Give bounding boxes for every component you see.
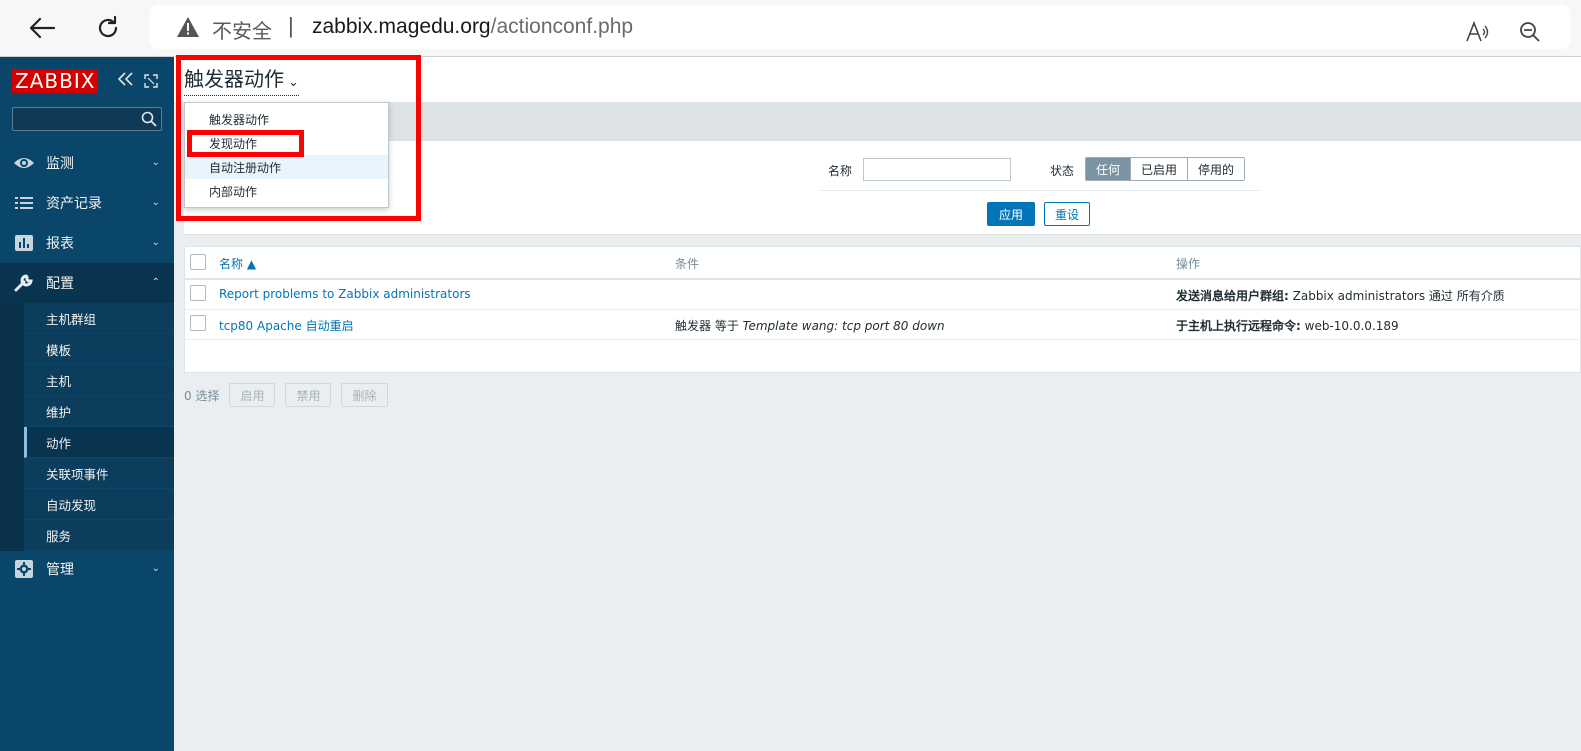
- status-option-disabled[interactable]: 停用的: [1188, 158, 1245, 180]
- submenu-item-actions[interactable]: 动作: [24, 427, 174, 458]
- zoom-out-icon[interactable]: [1516, 18, 1544, 46]
- mass-action-bar: 0 选择 启用 禁用 删除: [184, 382, 398, 408]
- warning-icon: [176, 16, 200, 41]
- menu-item-administration[interactable]: 管理 ⌄: [0, 551, 174, 587]
- submenu-item-event-correlation[interactable]: 关联项事件: [24, 458, 174, 489]
- actions-table: 名称 ▲ 条件 操作 Report problems to Zabbix adm…: [184, 246, 1581, 373]
- url-separator: |: [288, 13, 294, 38]
- submenu-item-discovery[interactable]: 自动发现: [24, 489, 174, 520]
- page-header: [174, 57, 1581, 103]
- main-menu: 监测 ⌄ 资产记录 ⌄ 报表 ⌄ 配置 ⌃ 主机群组 模板 主机 维护 动作 关…: [0, 143, 174, 587]
- menu-label: 资产记录: [46, 196, 102, 212]
- operation-type: 于主机上执行远程命令:: [1176, 319, 1301, 333]
- action-condition: 触发器 等于 Template wang: tcp port 80 down: [675, 317, 945, 334]
- status-segmented-control: 任何 已启用 停用的: [1085, 157, 1246, 181]
- chevron-down-icon: ⌄: [151, 157, 160, 168]
- row-checkbox[interactable]: [190, 285, 206, 301]
- operation-detail: web-10.0.0.189: [1300, 319, 1399, 333]
- insecure-label: 不安全: [212, 19, 272, 43]
- condition-trigger: Template wang: tcp port 80 down: [742, 319, 945, 333]
- chevron-down-icon: ⌄: [151, 563, 160, 574]
- sidebar: ZABBIX 监测 ⌄ 资产记录 ⌄ 报表 ⌄ 配置 ⌃ 主机群组 模板 主机 …: [0, 57, 174, 751]
- search-icon[interactable]: [141, 111, 157, 130]
- action-operation: 于主机上执行远程命令: web-10.0.0.189: [1176, 317, 1399, 334]
- filter-name-label: 名称: [828, 164, 853, 178]
- row-divider: [185, 309, 1581, 310]
- filter-status-label: 状态: [1050, 164, 1075, 178]
- configuration-submenu: 主机群组 模板 主机 维护 动作 关联项事件 自动发现 服务: [0, 303, 174, 551]
- operation-type: 发送消息给用户群组:: [1176, 289, 1289, 303]
- kiosk-mode-icon[interactable]: [144, 74, 158, 91]
- chevron-down-icon: ⌄: [288, 75, 299, 90]
- delete-button[interactable]: 删除: [341, 383, 388, 407]
- address-bar[interactable]: 不安全 | zabbix.magedu.org/actionconf.php: [150, 5, 1570, 49]
- action-name-link[interactable]: Report problems to Zabbix administrators: [219, 287, 471, 301]
- page-title: 触发器动作: [184, 67, 284, 91]
- header-divider: [185, 278, 1581, 280]
- enable-button[interactable]: 启用: [229, 383, 276, 407]
- reset-button[interactable]: 重设: [1044, 202, 1091, 226]
- url-text: zabbix.magedu.org/actionconf.php: [312, 15, 633, 39]
- browser-toolbar: 不安全 | zabbix.magedu.org/actionconf.php: [0, 0, 1581, 57]
- column-header-name[interactable]: 名称 ▲: [219, 255, 256, 272]
- reload-icon[interactable]: [90, 10, 126, 46]
- status-option-enabled[interactable]: 已启用: [1131, 158, 1189, 180]
- filter-tab-strip: [184, 103, 1581, 141]
- menu-label: 监测: [46, 156, 74, 172]
- list-icon: [13, 193, 35, 213]
- action-name-link[interactable]: tcp80 Apache 自动重启: [219, 317, 354, 334]
- apply-button[interactable]: 应用: [987, 202, 1036, 226]
- read-aloud-icon[interactable]: [1464, 18, 1492, 46]
- dropdown-item-autoregistration-actions[interactable]: 自动注册动作: [185, 155, 388, 179]
- menu-item-monitoring[interactable]: 监测 ⌄: [0, 143, 174, 183]
- filter-divider: [820, 190, 1260, 191]
- row-checkbox[interactable]: [190, 315, 206, 331]
- wrench-icon: [13, 273, 35, 293]
- condition-prefix: 触发器 等于: [675, 319, 743, 333]
- dropdown-item-trigger-actions[interactable]: 触发器动作: [185, 107, 388, 131]
- operation-detail: Zabbix administrators 通过 所有介质: [1288, 289, 1505, 303]
- action-operation: 发送消息给用户群组: Zabbix administrators 通过 所有介质: [1176, 287, 1505, 304]
- action-type-dropdown: 触发器动作 发现动作 自动注册动作 内部动作: [184, 102, 389, 208]
- collapse-sidebar-icon[interactable]: [117, 72, 134, 89]
- dropdown-item-discovery-actions[interactable]: 发现动作: [185, 131, 388, 155]
- sidebar-search-input[interactable]: [12, 107, 162, 131]
- status-option-any[interactable]: 任何: [1086, 158, 1132, 180]
- selected-count: 0 选择: [184, 388, 220, 403]
- chevron-up-icon: ⌃: [151, 277, 160, 288]
- filter-name-input[interactable]: [863, 158, 1011, 181]
- gear-icon: [13, 559, 35, 579]
- submenu-item-maintenance[interactable]: 维护: [24, 396, 174, 427]
- menu-item-reports[interactable]: 报表 ⌄: [0, 223, 174, 263]
- url-path: /actionconf.php: [490, 15, 634, 38]
- column-header-conditions: 条件: [675, 257, 700, 271]
- filter-panel: [184, 141, 1581, 235]
- select-all-checkbox[interactable]: [190, 254, 206, 270]
- menu-item-configuration[interactable]: 配置 ⌃: [0, 263, 174, 303]
- menu-item-inventory[interactable]: 资产记录 ⌄: [0, 183, 174, 223]
- submenu-item-hosts[interactable]: 主机: [24, 365, 174, 396]
- back-arrow-icon[interactable]: [24, 10, 60, 46]
- url-host: zabbix.magedu.org: [312, 15, 491, 38]
- dropdown-item-internal-actions[interactable]: 内部动作: [185, 179, 388, 203]
- submenu-item-templates[interactable]: 模板: [24, 334, 174, 365]
- submenu-item-host-groups[interactable]: 主机群组: [24, 303, 174, 334]
- page-title-dropdown[interactable]: 触发器动作 ⌄: [184, 67, 299, 96]
- menu-label: 报表: [46, 236, 74, 252]
- column-header-operations: 操作: [1176, 257, 1201, 271]
- eye-icon: [13, 153, 35, 173]
- submenu-item-services[interactable]: 服务: [24, 520, 174, 551]
- disable-button[interactable]: 禁用: [285, 383, 332, 407]
- bar-chart-icon: [13, 233, 35, 253]
- chevron-down-icon: ⌄: [151, 237, 160, 248]
- zabbix-logo[interactable]: ZABBIX: [12, 69, 99, 93]
- chevron-down-icon: ⌄: [151, 197, 160, 208]
- row-divider: [185, 339, 1581, 340]
- menu-label: 管理: [46, 562, 74, 578]
- menu-label: 配置: [46, 276, 74, 292]
